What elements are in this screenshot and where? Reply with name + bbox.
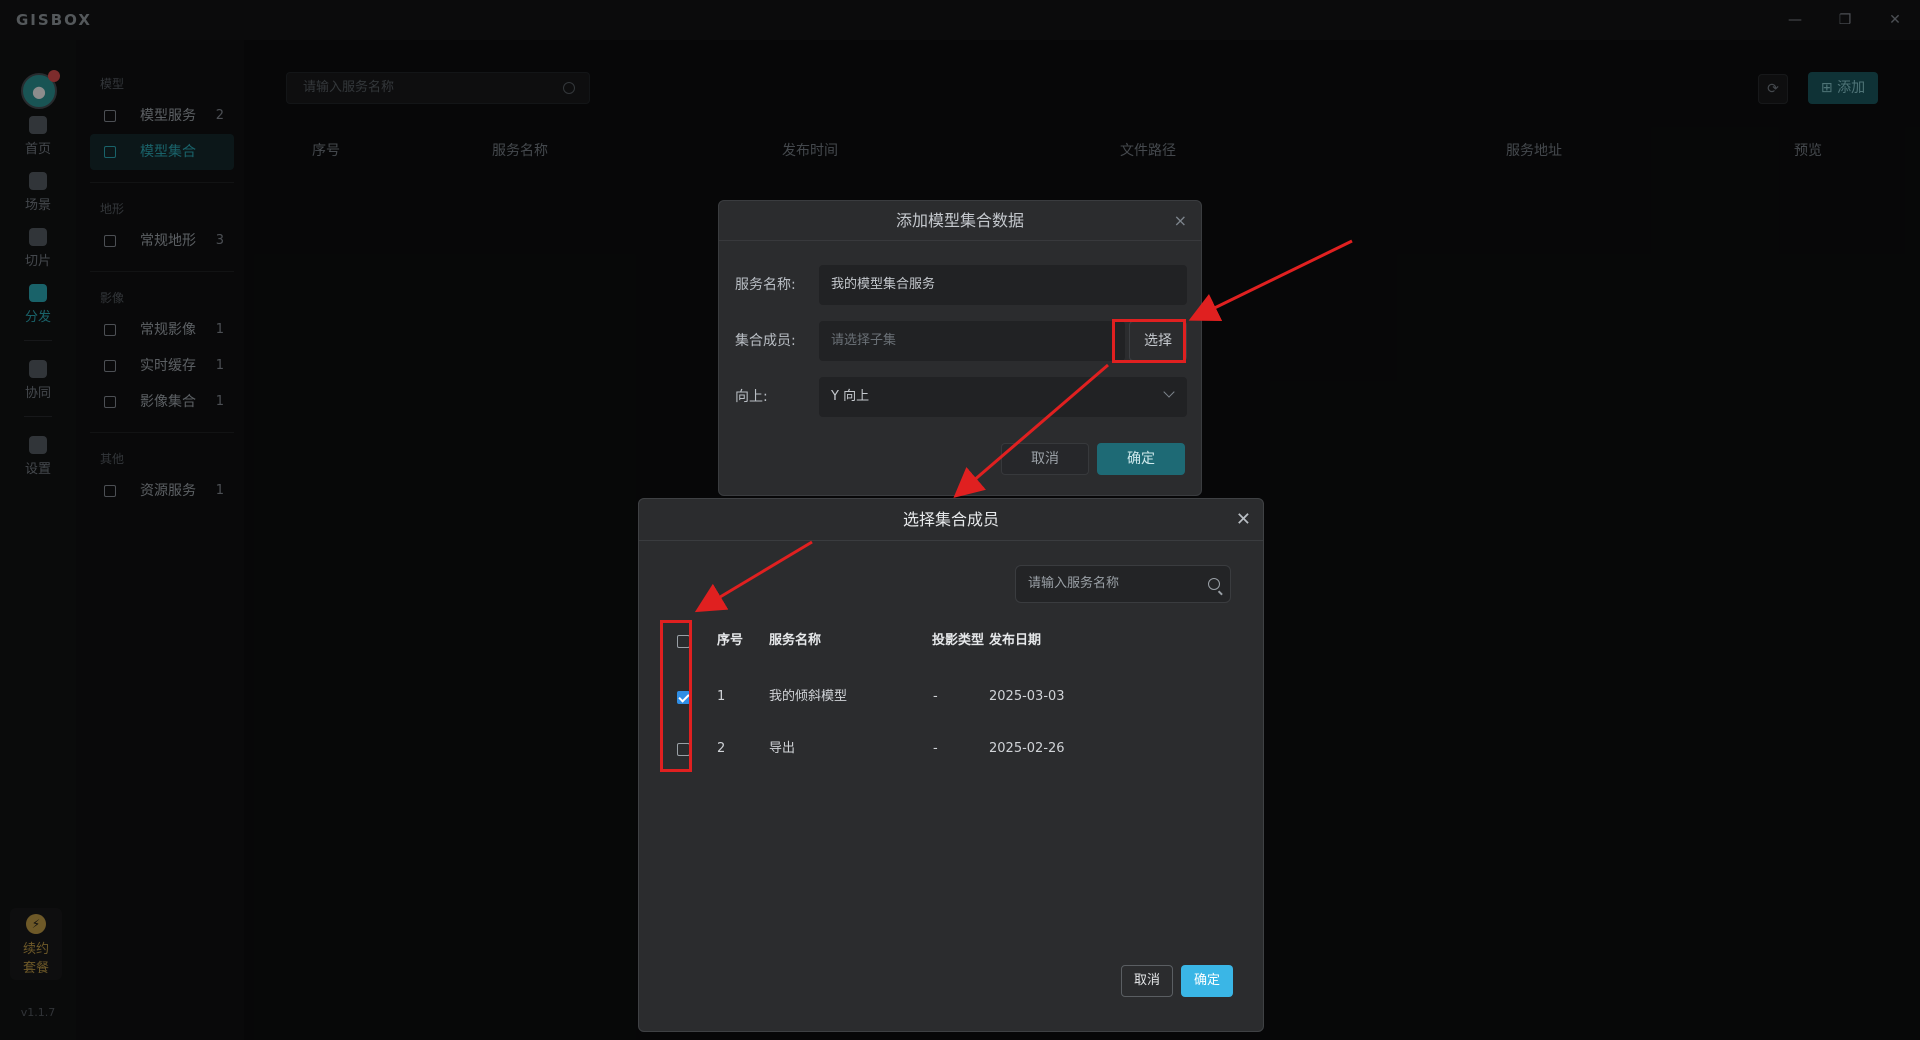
dialog-header: 添加模型集合数据 × — [719, 201, 1201, 241]
column-header: 发布日期 — [989, 633, 1042, 648]
confirm-button[interactable]: 确定 — [1181, 965, 1233, 997]
search-icon — [1208, 578, 1220, 590]
column-header: 序号 — [717, 633, 744, 648]
highlight-checkboxes — [660, 620, 692, 772]
row-date: 2025-03-03 — [989, 689, 1065, 704]
up-axis-label: 向上: — [735, 389, 768, 405]
cancel-button[interactable]: 取消 — [1001, 443, 1089, 475]
dialog-title: 选择集合成员 — [902, 510, 999, 529]
select-members-dialog: 选择集合成员 ✕ 请输入服务名称 序号 服务名称 投影类型 发布日期 1 我的倾… — [638, 498, 1264, 1032]
service-name-row: 服务名称: 我的模型集合服务 — [735, 265, 1187, 305]
row-name: 导出 — [769, 741, 796, 756]
close-icon[interactable]: × — [1174, 201, 1187, 241]
row-name: 我的倾斜模型 — [769, 689, 848, 704]
column-header: 服务名称 — [769, 633, 822, 648]
up-axis-value: Y 向上 — [831, 389, 870, 404]
column-header: 投影类型 — [932, 633, 985, 648]
highlight-select-button — [1112, 319, 1186, 363]
cancel-button[interactable]: 取消 — [1121, 965, 1173, 997]
table-row[interactable]: 2 导出 - 2025-02-26 — [655, 729, 1249, 769]
row-index: 2 — [717, 741, 726, 756]
chevron-down-icon — [1163, 386, 1175, 398]
row-date: 2025-02-26 — [989, 741, 1065, 756]
up-axis-row: 向上: Y 向上 — [735, 377, 1187, 417]
service-name-input[interactable]: 我的模型集合服务 — [819, 265, 1187, 305]
row-projection: - — [933, 689, 938, 704]
table-header: 序号 服务名称 投影类型 发布日期 — [655, 621, 1249, 661]
table-row[interactable]: 1 我的倾斜模型 - 2025-03-03 — [655, 677, 1249, 717]
close-icon[interactable]: ✕ — [1236, 499, 1251, 541]
members-input[interactable]: 请选择子集 — [819, 321, 1125, 361]
row-index: 1 — [717, 689, 726, 704]
confirm-button[interactable]: 确定 — [1097, 443, 1185, 475]
service-name-label: 服务名称: — [735, 277, 796, 293]
dialog-title: 添加模型集合数据 — [895, 211, 1024, 230]
dialog-header: 选择集合成员 ✕ — [639, 499, 1263, 541]
member-search-input[interactable]: 请输入服务名称 — [1015, 565, 1231, 603]
row-projection: - — [933, 741, 938, 756]
search-placeholder: 请输入服务名称 — [1028, 576, 1120, 591]
members-label: 集合成员: — [735, 333, 796, 349]
up-axis-select[interactable]: Y 向上 — [819, 377, 1187, 417]
